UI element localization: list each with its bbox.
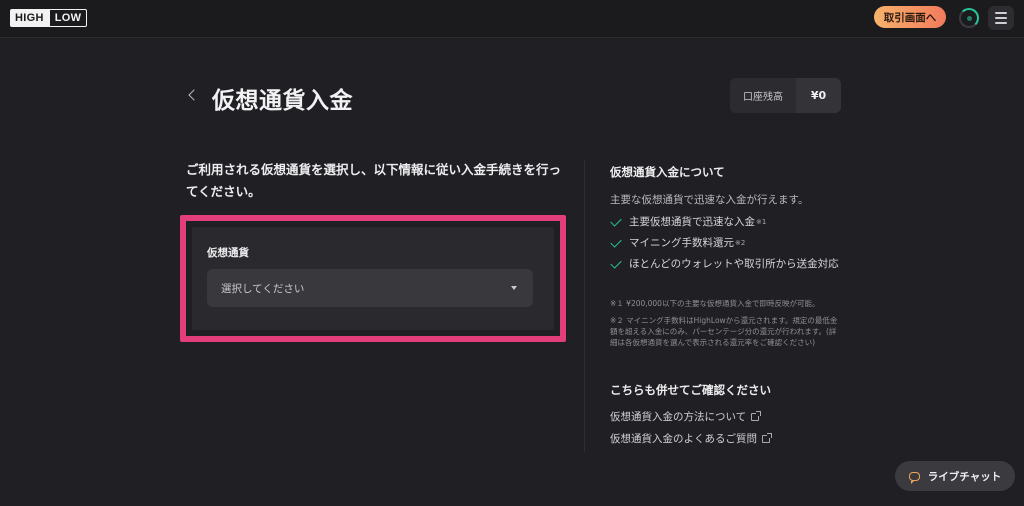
feature-text: マイニング手数料還元 bbox=[629, 237, 734, 249]
live-chat-label: ライブチャット bbox=[927, 470, 1002, 483]
balance-label: 口座残高 bbox=[730, 78, 796, 113]
list-item: ほとんどのウォレットや取引所から送金対応 bbox=[610, 255, 845, 273]
caret-down-icon bbox=[511, 286, 517, 290]
check-icon bbox=[610, 257, 622, 269]
list-item: 主要仮想通貨で迅速な入金※1 bbox=[610, 213, 845, 231]
back-chevron-icon[interactable] bbox=[183, 84, 201, 106]
trade-screen-button[interactable]: 取引画面へ bbox=[874, 6, 946, 28]
page-title: 仮想通貨入金 bbox=[212, 88, 353, 114]
logo-low-text: LOW bbox=[48, 9, 88, 27]
feature-text: 主要仮想通貨で迅速な入金 bbox=[629, 216, 755, 228]
live-chat-button[interactable]: ライブチャット bbox=[895, 461, 1015, 491]
check-icon bbox=[610, 215, 622, 227]
top-bar: HIGH LOW 取引画面へ bbox=[0, 0, 1024, 38]
deposit-method-link[interactable]: 仮想通貨入金の方法について bbox=[610, 409, 762, 424]
hamburger-menu-icon[interactable] bbox=[988, 6, 1014, 30]
external-link-icon bbox=[762, 432, 772, 443]
column-divider bbox=[584, 160, 585, 452]
check-icon bbox=[610, 236, 622, 248]
info-title: 仮想通貨入金について bbox=[610, 165, 725, 179]
currency-select-placeholder: 選択してください bbox=[221, 282, 305, 295]
also-check-title: こちらも併せてご確認ください bbox=[610, 383, 771, 397]
info-lead: 主要な仮想通貨で迅速な入金が行えます。 bbox=[610, 194, 809, 206]
feature-list: 主要仮想通貨で迅速な入金※1 マイニング手数料還元※2 ほとんどのウォレットや取… bbox=[610, 213, 845, 276]
link-label: 仮想通貨入金の方法について bbox=[610, 411, 747, 423]
logo-high-text: HIGH bbox=[10, 9, 49, 27]
highlow-logo[interactable]: HIGH LOW bbox=[10, 9, 88, 27]
external-link-icon bbox=[751, 410, 762, 421]
deposit-faq-link[interactable]: 仮想通貨入金のよくあるご質問 bbox=[610, 431, 772, 446]
footnote-1: ※１ ¥200,000以下の主要な仮想通貨入金で即時反映が可能。 bbox=[610, 299, 820, 308]
chat-bubble-icon bbox=[908, 471, 920, 484]
progress-ring-icon[interactable] bbox=[959, 8, 979, 28]
link-label: 仮想通貨入金のよくあるご質問 bbox=[610, 433, 757, 445]
balance-value: ¥0 bbox=[796, 78, 841, 113]
list-item: マイニング手数料還元※2 bbox=[610, 234, 845, 252]
footnote-mark: ※1 bbox=[756, 218, 767, 226]
account-balance: 口座残高 ¥0 bbox=[730, 78, 841, 113]
footnote-mark: ※2 bbox=[735, 239, 746, 247]
feature-text: ほとんどのウォレットや取引所から送金対応 bbox=[629, 258, 839, 270]
currency-select[interactable]: 選択してください bbox=[207, 269, 533, 307]
currency-field-label: 仮想通貨 bbox=[207, 247, 249, 259]
footnote-2: ※２ マイニング手数料はHighLowから還元されます。規定の最低金額を超える入… bbox=[610, 316, 838, 347]
intro-text: ご利用される仮想通貨を選択し、以下情報に従い入金手続きを行ってください。 bbox=[186, 162, 562, 199]
